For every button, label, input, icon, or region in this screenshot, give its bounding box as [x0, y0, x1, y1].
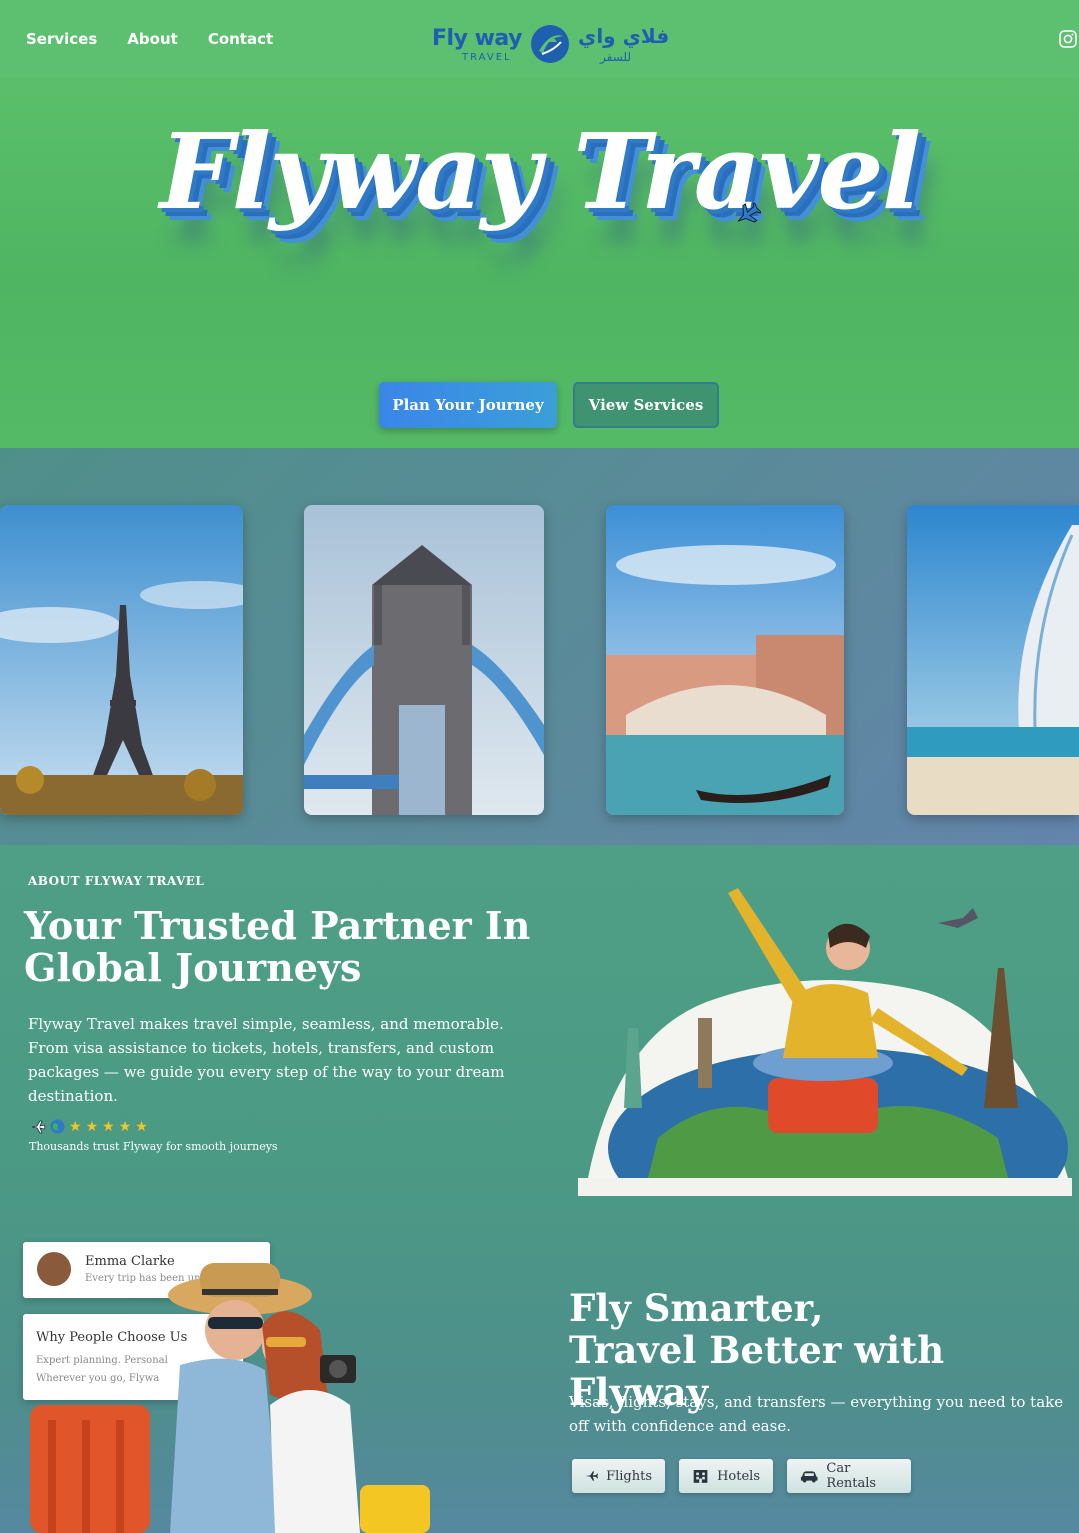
star-icon: ★	[69, 1118, 82, 1134]
destination-card-venice[interactable]	[606, 505, 844, 815]
brand-logo[interactable]: Fly way TRAVEL فلاي واي للسفر	[432, 20, 672, 68]
plan-journey-button[interactable]: Plan Your Journey	[379, 382, 557, 428]
view-services-button[interactable]: View Services	[573, 382, 719, 428]
traveling-couple-image	[30, 1263, 430, 1533]
star-icon: ★	[118, 1118, 132, 1134]
about-kicker: ABOUT FLYWAY TRAVEL	[28, 874, 205, 888]
chip-label: Car Rentals	[826, 1461, 877, 1491]
plane-icon	[31, 1120, 46, 1133]
tower-bridge-image	[304, 505, 544, 815]
trust-line: Thousands trust Flyway for smooth journe…	[29, 1140, 278, 1153]
burj-al-arab-image	[907, 505, 1079, 815]
traveler-on-globe-image	[578, 888, 1072, 1196]
nav-link-contact[interactable]: Contact	[208, 30, 273, 48]
logo-text-en: Fly way	[432, 26, 522, 51]
hero-title: Flyway Travel	[159, 110, 921, 233]
star-icon: ★	[135, 1118, 148, 1134]
rating-row: ★ ★ ★ ★ ★	[30, 1118, 148, 1135]
car-icon	[800, 1471, 818, 1483]
feature-paragraph: Visas, flights, stays, and transfers — e…	[569, 1393, 1064, 1435]
chip-hotels[interactable]: Hotels	[679, 1459, 773, 1493]
plane-icon	[585, 1471, 599, 1481]
logo-subtext-en: TRAVEL	[462, 52, 512, 63]
chip-car-rentals[interactable]: Car Rentals	[787, 1459, 911, 1493]
globe-icon	[50, 1119, 65, 1134]
about-heading: Your Trusted Partner In Global Journeys	[24, 903, 531, 990]
airplane-icon	[737, 202, 761, 223]
hotel-icon	[693, 1470, 708, 1483]
nav-link-about[interactable]: About	[127, 30, 178, 48]
about-paragraph: Flyway Travel makes travel simple, seaml…	[28, 1015, 505, 1105]
star-icon: ★	[102, 1118, 115, 1134]
top-navbar: Services About Contact Fly way TRAVEL فل…	[0, 0, 1079, 78]
nav-links: Services About Contact	[26, 30, 273, 48]
eiffel-tower-image	[0, 505, 243, 815]
chip-label: Flights	[606, 1468, 652, 1484]
chip-label: Hotels	[717, 1468, 760, 1484]
nav-link-services[interactable]: Services	[26, 30, 97, 48]
logo-mark-icon	[531, 25, 569, 63]
chip-flights[interactable]: Flights	[572, 1459, 665, 1493]
star-icon: ★	[85, 1118, 99, 1134]
logo-text-ar: فلاي واي	[578, 24, 670, 48]
destination-card-paris[interactable]	[0, 505, 243, 815]
venice-canal-image	[606, 505, 844, 815]
feature-heading-line1: Fly Smarter,	[569, 1286, 824, 1330]
destination-card-london[interactable]	[304, 505, 544, 815]
instagram-icon[interactable]	[1059, 30, 1077, 48]
logo-subtext-ar: للسفر	[600, 50, 632, 64]
destination-card-dubai[interactable]	[907, 505, 1079, 815]
